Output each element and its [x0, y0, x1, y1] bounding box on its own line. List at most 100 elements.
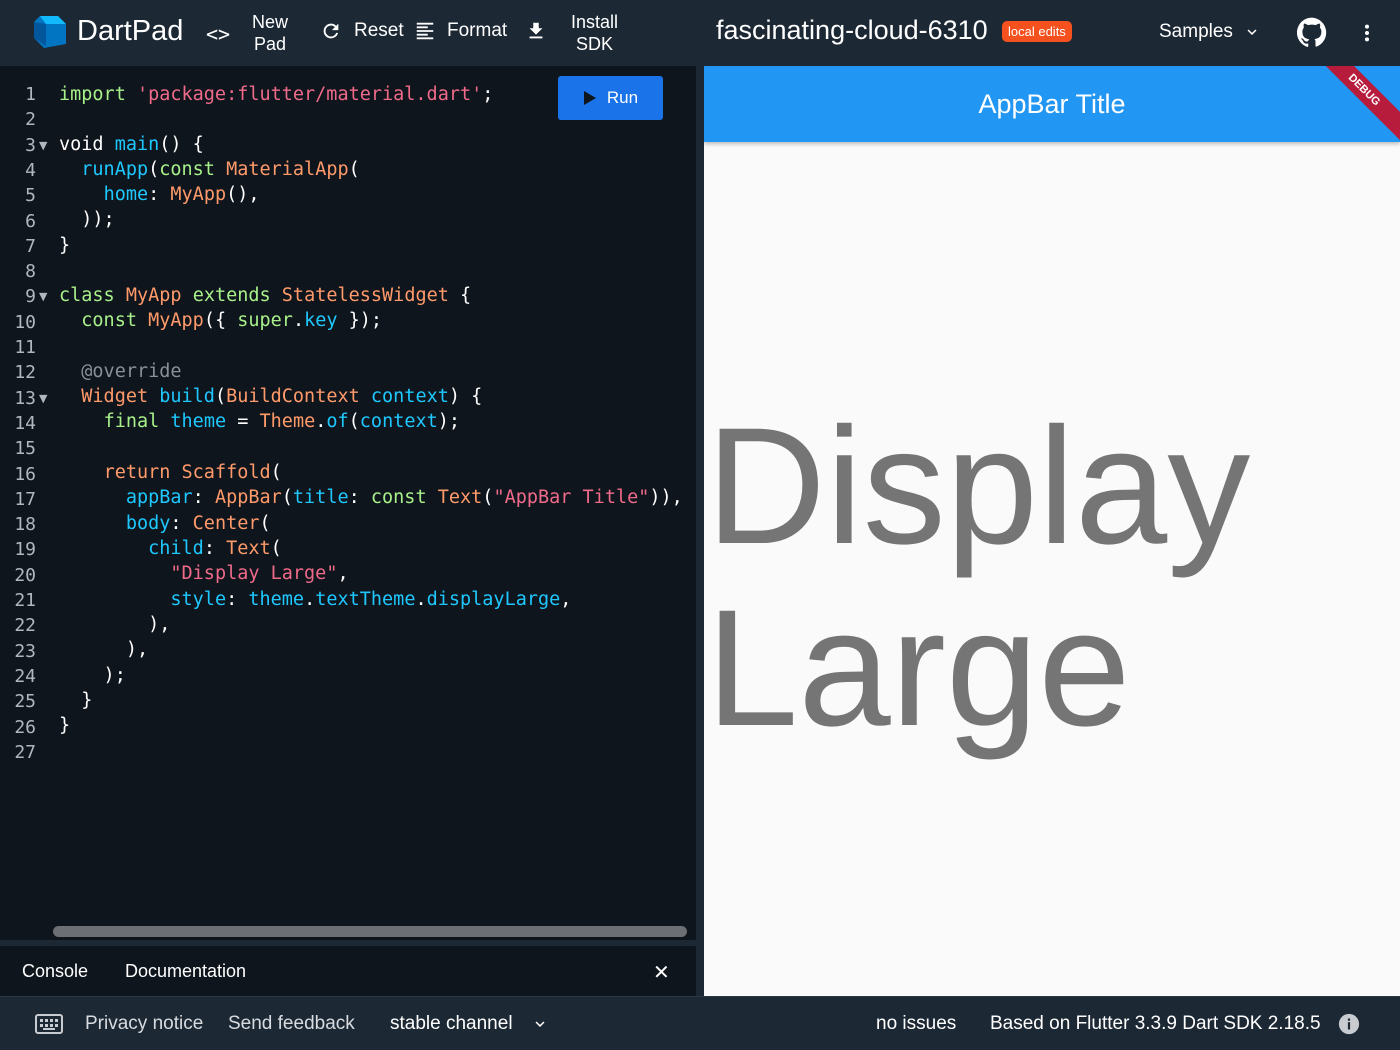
code-token: . [315, 411, 327, 432]
code-token: displayLarge [426, 589, 561, 610]
refresh-icon [323, 23, 339, 39]
line-number: 20 [14, 564, 36, 586]
tab-documentation[interactable]: Documentation [125, 961, 246, 982]
code-token: body [125, 513, 171, 534]
install-label-1: Install [571, 12, 619, 32]
keyboard-icon[interactable] [35, 1014, 63, 1034]
code-token: return [103, 462, 171, 483]
code-token: const [81, 310, 137, 331]
line-number: 16 [14, 463, 36, 485]
code-token: child [148, 538, 204, 559]
install-label-2: SDK [576, 34, 614, 54]
reset-label: Reset [354, 20, 404, 41]
preview-appbar: AppBar Title [704, 66, 1400, 142]
github-icon [1297, 17, 1327, 47]
code-token: (), [226, 184, 260, 205]
install-sdk-button[interactable]: Install SDK [571, 11, 618, 55]
split-divider[interactable] [696, 66, 704, 996]
code-token: ) { [448, 386, 483, 407]
info-icon[interactable] [1338, 1013, 1360, 1035]
line-number: 26 [14, 716, 36, 738]
more-menu-button[interactable] [1356, 19, 1378, 47]
channel-dropdown[interactable]: stable channel [390, 1013, 549, 1035]
code-line: runApp(const MaterialApp( [59, 159, 359, 180]
code-line: style: theme.textTheme.displayLarge, [59, 589, 571, 610]
code-token: theme [248, 589, 305, 610]
code-line: import 'package:flutter/material.dart'; [59, 84, 493, 105]
code-line: ); [59, 665, 126, 686]
pad-title[interactable]: fascinating-cloud-6310 [716, 15, 988, 46]
github-button[interactable] [1297, 17, 1327, 47]
code-token: ( [281, 487, 293, 508]
run-label: Run [606, 88, 639, 107]
embed-code-button[interactable]: <> [206, 22, 230, 46]
code-token: : [148, 184, 171, 205]
code-line: final theme = Theme.of(context); [59, 411, 460, 432]
reset-button[interactable]: Reset [320, 20, 404, 42]
code-token: Text [437, 487, 483, 508]
tab-console[interactable]: Console [22, 961, 88, 982]
line-number: 21 [14, 590, 36, 611]
code-token: ( [259, 513, 271, 534]
line-number: 13 [14, 387, 36, 409]
display-line: Display [706, 394, 1251, 579]
code-token: MaterialApp [226, 159, 349, 180]
code-token: key [304, 310, 338, 331]
samples-dropdown[interactable]: Samples [1159, 21, 1261, 43]
code-token: ( [214, 386, 227, 407]
chevron-down-icon [1247, 29, 1257, 35]
line-number: 1 [25, 84, 36, 105]
download-button[interactable] [525, 20, 547, 42]
code-line: child: Text( [59, 538, 282, 559]
format-button[interactable]: Format [414, 20, 507, 42]
code-token: , [560, 589, 572, 610]
brand-title: DartPad [77, 15, 184, 47]
line-number: 10 [14, 311, 36, 333]
code-line: void main() { [59, 134, 204, 155]
code-line: @override [59, 361, 182, 382]
send-feedback-link[interactable]: Send feedback [228, 1013, 355, 1035]
horizontal-scrollbar[interactable] [53, 926, 687, 937]
privacy-notice-link[interactable]: Privacy notice [85, 1013, 203, 1035]
new-pad-label-1: New [252, 12, 289, 32]
code-line: class MyApp extends StatelessWidget { [59, 285, 471, 306]
code-token: Text [226, 538, 271, 559]
run-button[interactable]: Run [558, 76, 663, 120]
line-number: 3 [25, 134, 36, 156]
code-token: void [59, 134, 115, 155]
code-token: build [159, 386, 215, 407]
fold-arrow-icon[interactable]: ▼ [39, 139, 47, 152]
line-number: 8 [25, 261, 36, 283]
new-pad-button[interactable]: New Pad [252, 11, 288, 55]
line-number: 7 [25, 235, 36, 257]
line-number: 17 [14, 488, 36, 510]
code-token: const [370, 487, 427, 508]
issues-status[interactable]: no issues [876, 1013, 956, 1035]
appbar-title: AppBar Title [978, 88, 1126, 119]
line-number: 4 [25, 159, 36, 181]
fold-arrow-icon[interactable]: ▼ [39, 290, 47, 303]
line-number: 5 [25, 185, 36, 207]
code-token: runApp [81, 159, 149, 180]
line-number: 14 [14, 412, 36, 434]
code-token: appBar [125, 487, 193, 508]
line-number: 12 [14, 362, 36, 384]
code-editor[interactable]: 1 2 3 ▼ 4 5 6 7 8 9 ▼ 10 11 12 13 ▼ 14 15 16 17 18 19 20 21 22 23… [0, 66, 696, 940]
close-icon[interactable]: ✕ [653, 960, 670, 985]
code-token: { [448, 285, 472, 306]
line-number: 22 [14, 615, 36, 637]
app-preview[interactable]: AppBar Title DEBUG Display Large [704, 66, 1400, 996]
more-vert-icon [1364, 24, 1370, 42]
fold-arrow-icon[interactable]: ▼ [39, 392, 47, 405]
display-line: Large [706, 576, 1131, 761]
code-token: ( [482, 487, 494, 508]
